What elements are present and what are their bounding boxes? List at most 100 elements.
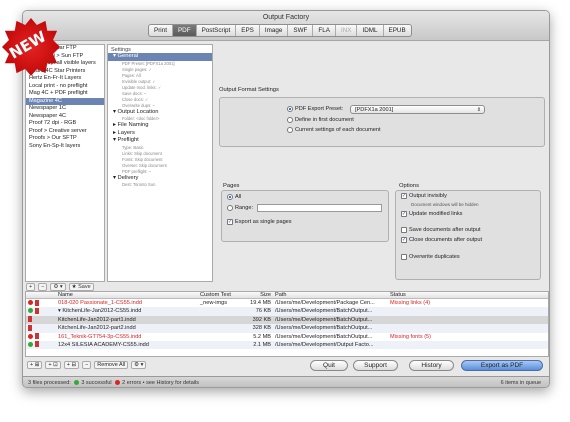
preset-item[interactable]: Newspaper 4C: [26, 113, 104, 121]
tree-node[interactable]: ▾ General: [108, 53, 212, 61]
table-row[interactable]: 161_Teknik-GT754-3p-CS55.indd 5.2 MB/User…: [26, 333, 548, 341]
cell-custom: [198, 324, 248, 332]
column-header[interactable]: Name: [56, 292, 198, 298]
preset-radio-label: PDF Export Preset:: [295, 106, 344, 112]
tab-fla[interactable]: FLA: [313, 25, 336, 36]
list-toolbar: + ⊞ + ⊡ + ⊟ − Remove All ⚙ ▾: [27, 361, 147, 369]
history-button[interactable]: History: [409, 360, 454, 371]
tree-node[interactable]: ▾ Output Location: [108, 109, 212, 117]
tab-epub[interactable]: EPUB: [384, 25, 411, 36]
table-row[interactable]: KitchenLife-Jan2012-part2.indd 328 KB/Use…: [26, 324, 548, 333]
radio-on-icon: [227, 194, 233, 200]
export-single-checkbox[interactable]: ✓ Export as single pages: [227, 219, 292, 225]
tree-node[interactable]: ▾ Delivery: [108, 175, 212, 183]
status-dot-icon: [28, 308, 33, 314]
export-single-label: Export as single pages: [235, 219, 292, 225]
see-history-text: • see History for details: [142, 380, 199, 386]
tab-inx[interactable]: INX: [336, 25, 358, 36]
tab-image[interactable]: Image: [260, 25, 289, 36]
document-list[interactable]: Name Custom Text Size Path Status 018-020 Pa…: [25, 291, 549, 357]
list-tool-button[interactable]: + ⊡: [45, 361, 61, 369]
column-header[interactable]: Status: [388, 292, 498, 298]
preset-item[interactable]: Proof > Creative server: [26, 128, 104, 136]
range-input[interactable]: [257, 204, 382, 212]
tab-print[interactable]: Print: [149, 25, 173, 36]
column-header[interactable]: [26, 292, 56, 298]
indd-file-icon: [35, 307, 39, 314]
cell-status: [388, 341, 498, 349]
indd-file-icon: [35, 341, 39, 348]
title-bar: Output Factory Print PDF PostScript EPS Imag…: [23, 11, 549, 41]
table-row[interactable]: 018-020 Passionate_1-CS55.indd _new-imgs 1…: [26, 299, 548, 307]
indd-file-icon: [28, 324, 32, 331]
preset-item[interactable]: Proofs > Our SFTP: [26, 135, 104, 143]
preset-tool-button[interactable]: ★ Save: [68, 283, 94, 291]
list-tool-button[interactable]: + ⊟: [63, 361, 80, 369]
list-tool-button[interactable]: ⚙ ▾: [131, 361, 147, 369]
column-header[interactable]: Path: [273, 292, 388, 298]
settings-tree[interactable]: Settings ▾ General PDF Preset: [PDFX1a 20…: [107, 44, 213, 282]
update-links-checkbox[interactable]: ✓ Update modified links: [401, 211, 462, 217]
pages-all-label: All: [235, 194, 242, 200]
tab-idml[interactable]: IDML: [357, 25, 384, 36]
tab-postscript[interactable]: PostScript: [197, 25, 237, 36]
export-button[interactable]: Export as PDF: [461, 360, 543, 371]
tab-swf[interactable]: SWF: [288, 25, 314, 36]
cell-status: [388, 324, 498, 332]
processed-text: 3 files processed:: [28, 380, 71, 386]
column-header[interactable]: Size: [248, 292, 273, 298]
tree-node[interactable]: ▾ Preflight: [108, 137, 212, 145]
list-tool-button[interactable]: + ⊞: [27, 361, 43, 369]
preset-radio[interactable]: PDF Export Preset:: [287, 106, 343, 112]
save-docs-checkbox[interactable]: Save documents after output: [401, 227, 481, 233]
cell-status: [388, 316, 498, 324]
pages-box: [221, 190, 389, 242]
indd-file-icon: [28, 316, 32, 323]
overwrite-checkbox[interactable]: Overwrite duplicates: [401, 254, 460, 260]
check-icon: ✓: [401, 211, 407, 217]
preset-item[interactable]: Local print - no preflight: [26, 83, 104, 91]
pages-all-radio[interactable]: All: [227, 194, 241, 200]
table-row[interactable]: 12x4 SILESIA ACADEMY-CS55.indd 2.1 MB/Use…: [26, 340, 548, 350]
list-tool-button[interactable]: −: [82, 361, 92, 369]
close-docs-checkbox[interactable]: ✓ Close documents after output: [401, 237, 482, 243]
preset-tool-button[interactable]: −: [38, 283, 48, 291]
support-button[interactable]: Support: [353, 360, 398, 371]
preset-value: [PDFX1a 2001]: [355, 107, 394, 113]
preset-tool-button[interactable]: +: [26, 283, 36, 291]
cell-size: 76 KB: [255, 308, 271, 315]
define-first-radio[interactable]: Define in first document: [287, 117, 354, 123]
preset-list[interactable]: Board 4C Star FTP4C-300dpi > Sun FTP4C-3…: [25, 44, 105, 282]
preset-item[interactable]: Magazine 4C: [26, 97, 104, 105]
cell-status: [388, 307, 498, 315]
column-header[interactable]: Custom Text: [198, 292, 248, 298]
tab-eps[interactable]: EPS: [236, 25, 260, 36]
list-tool-button[interactable]: Remove All: [94, 361, 129, 369]
preset-item[interactable]: Newspaper 1C: [26, 105, 104, 113]
current-settings-radio[interactable]: Current settings of each document: [287, 127, 381, 133]
radio-off-icon: [227, 205, 233, 211]
cell-path: /Users/me/Development/BatchOutput...: [275, 308, 373, 315]
radio-off-icon: [287, 127, 293, 133]
tree-node[interactable]: ▸ File Naming: [108, 122, 212, 130]
preset-select[interactable]: [PDFX1a 2001] ⇕: [350, 105, 485, 114]
success-dot-icon: [74, 380, 80, 386]
overwrite-label: Overwrite duplicates: [409, 254, 460, 260]
output-invisibly-checkbox[interactable]: ✓ Output invisibly: [401, 193, 447, 199]
preset-item[interactable]: Proof 72 dpi - RGB: [26, 120, 104, 128]
cell-custom: _new-imgs: [200, 300, 228, 306]
table-row[interactable]: KitchenLife-Jan2012-part1.indd 392 KB/Use…: [26, 315, 548, 325]
preset-tool-button[interactable]: ⚙ ▾: [50, 283, 66, 291]
pages-range-radio[interactable]: Range:: [227, 205, 253, 211]
preset-item[interactable]: Mag 4C + PDF preflight: [26, 90, 104, 98]
successful-text: 3 successful: [81, 380, 112, 386]
cell-size: 392 KB: [252, 316, 271, 323]
table-row[interactable]: ▾ KitchenLife-Jan2012-CS55.indd 76 KB/Use…: [26, 307, 548, 316]
tree-node[interactable]: ▸ Layers: [108, 130, 212, 138]
tab-pdf[interactable]: PDF: [172, 25, 197, 36]
quit-button[interactable]: Quit: [310, 360, 348, 371]
errors-text: 2 errors: [122, 380, 142, 386]
error-dot-icon: [115, 380, 121, 386]
update-links-label: Update modified links: [409, 211, 463, 217]
preset-item[interactable]: Sony En-Sp-It layers: [26, 143, 104, 151]
